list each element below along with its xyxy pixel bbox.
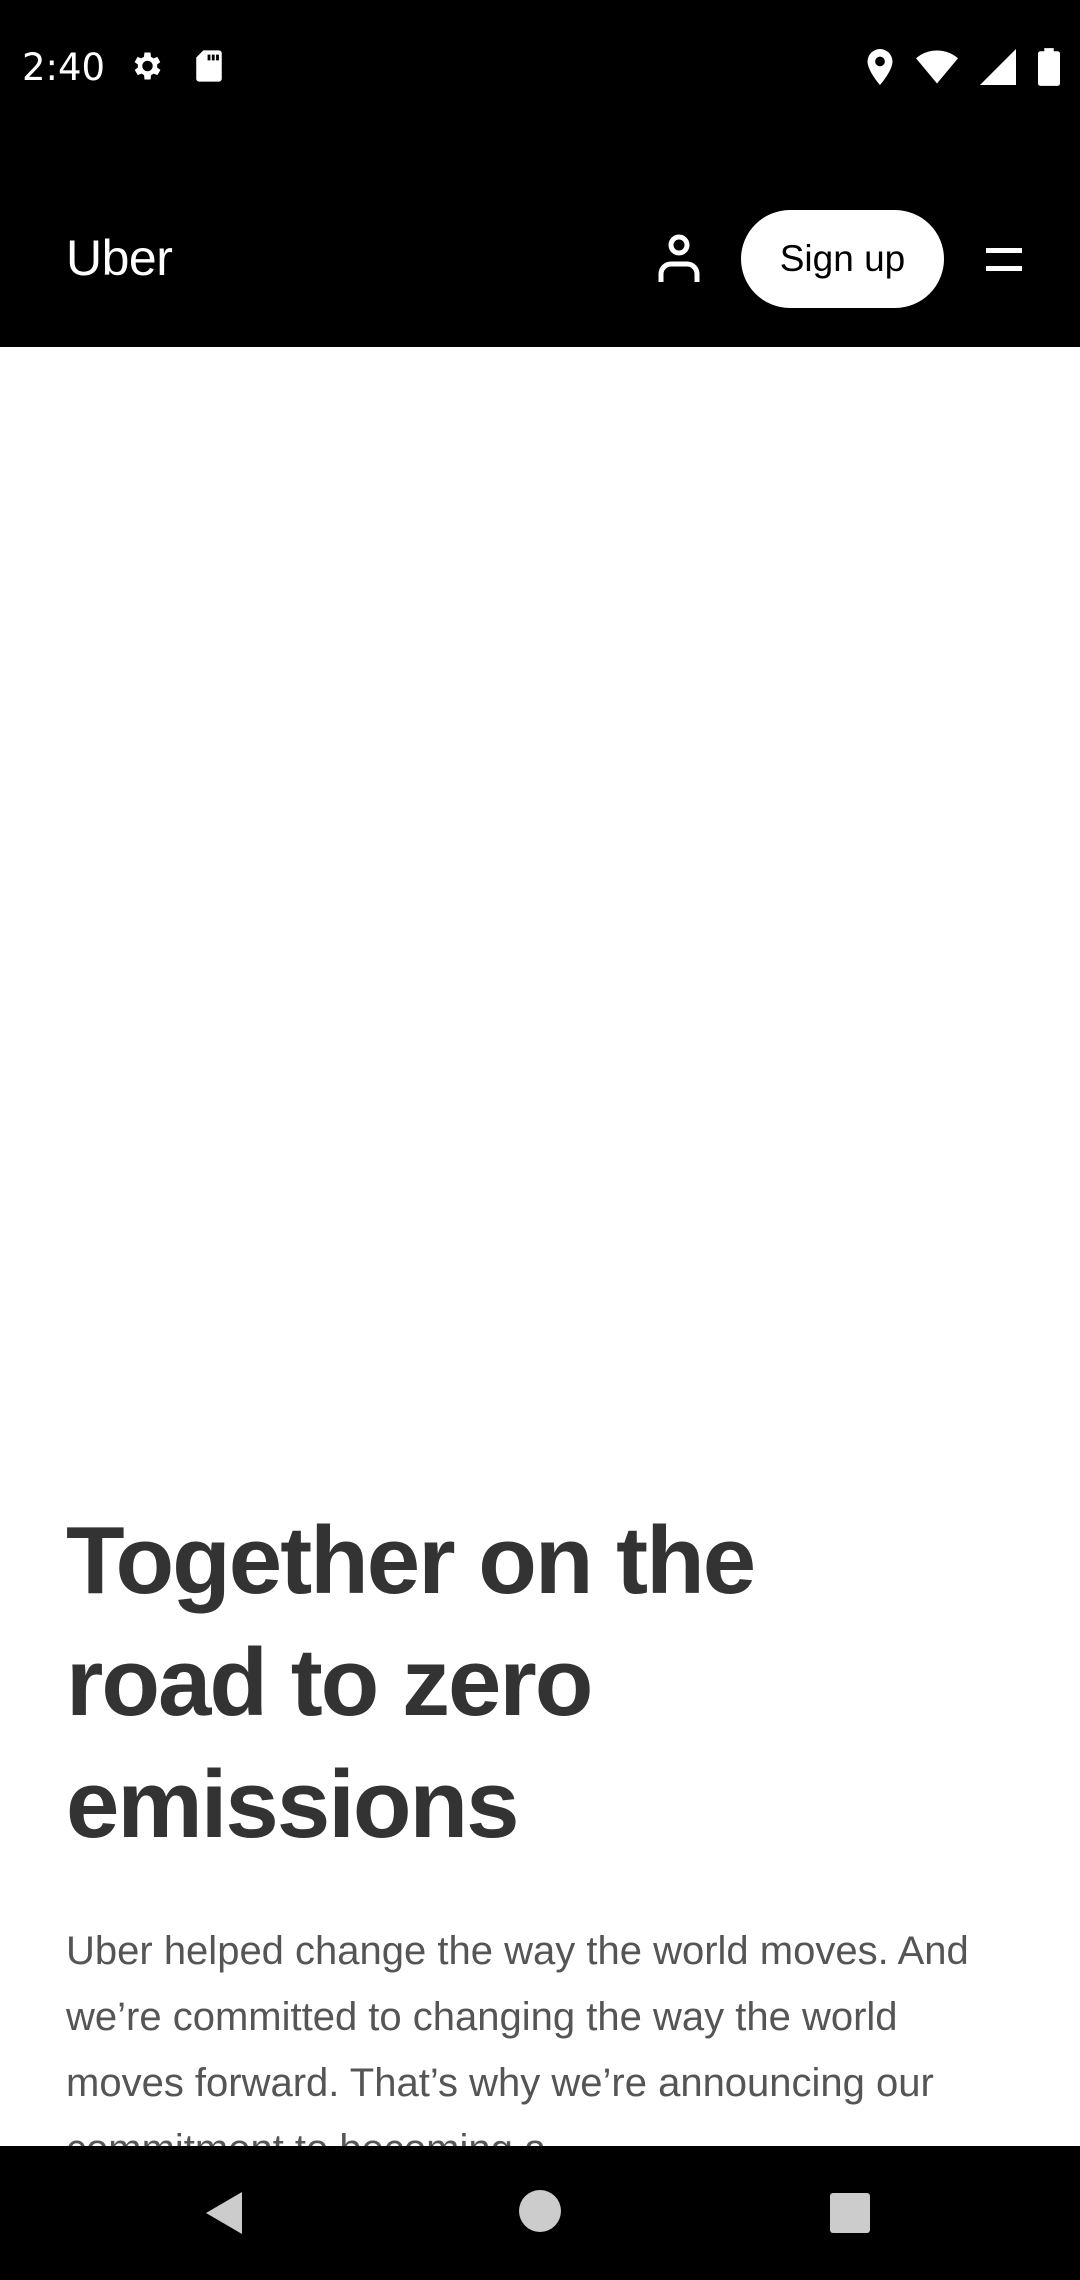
person-icon[interactable]: [656, 234, 702, 284]
menu-icon[interactable]: [982, 242, 1026, 278]
recents-icon[interactable]: [828, 2191, 872, 2235]
hero-image: [0, 347, 1080, 1427]
location-icon: [867, 49, 893, 85]
sd-card-icon: [196, 50, 222, 82]
system-nav-bar: [0, 2146, 1080, 2280]
status-right-icons: [866, 48, 1060, 86]
settings-icon: [134, 52, 161, 80]
battery-icon: [1038, 48, 1060, 86]
status-left-icons: [128, 48, 224, 84]
signup-button[interactable]: Sign up: [741, 210, 944, 308]
hero-body: Uber helped change the way the world mov…: [66, 1929, 969, 2171]
status-bar: 2:40: [0, 0, 1080, 136]
hero-title: Together on the road to zero emissions: [66, 1507, 756, 1858]
site-header: Uber Sign up: [0, 136, 1080, 347]
home-icon[interactable]: [517, 2188, 563, 2234]
wifi-icon: [916, 50, 958, 84]
back-icon[interactable]: [200, 2188, 248, 2238]
signal-icon: [980, 49, 1016, 85]
uber-logo[interactable]: Uber: [66, 228, 173, 288]
status-time: 2:40: [22, 46, 106, 89]
